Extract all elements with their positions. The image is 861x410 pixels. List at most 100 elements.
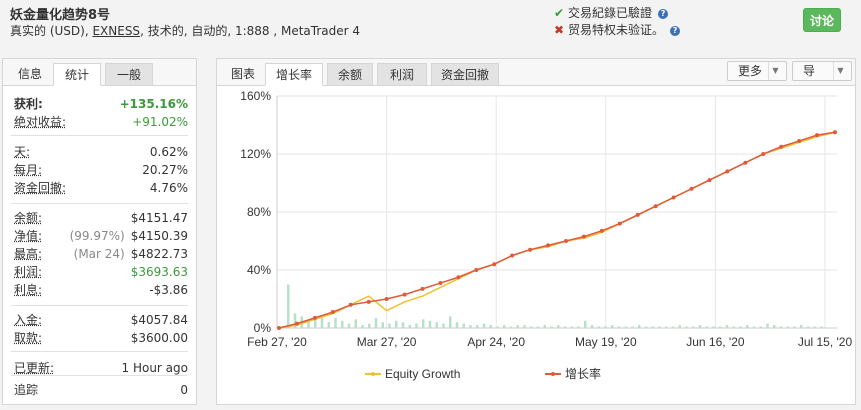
- help-icon[interactable]: ?: [658, 9, 669, 19]
- growth-point: [815, 133, 820, 138]
- growth-point: [797, 138, 802, 143]
- x-tick-label: Jul 15, '20: [798, 335, 853, 349]
- volume-bar: [530, 326, 533, 328]
- growth-point: [779, 144, 784, 149]
- volume-bar: [523, 325, 526, 328]
- stat-value-text: 0.62%: [149, 145, 188, 159]
- x-tick-label: Mar 27, '20: [357, 335, 417, 349]
- volume-bar: [698, 325, 702, 328]
- discuss-button[interactable]: 讨论: [803, 8, 841, 32]
- stat-value-text: 0: [180, 383, 188, 397]
- growth-point: [761, 152, 766, 156]
- volume-bar: [739, 326, 742, 328]
- growth-point: [743, 160, 748, 165]
- volume-bar: [617, 326, 621, 328]
- stat-label: 资金回撤:: [14, 181, 67, 195]
- volume-bar: [435, 322, 438, 328]
- export-label: 导: [803, 64, 816, 78]
- y-tick-label: 0%: [254, 321, 272, 335]
- stat-label: 获利:: [14, 97, 43, 111]
- volume-bar: [624, 326, 627, 328]
- stat-row: 余额: $4151.47: [11, 209, 188, 227]
- stat-value-text: -$3.86: [149, 283, 188, 297]
- growth-point: [294, 321, 299, 326]
- x-tick-label: Apr 24, '20: [467, 335, 525, 349]
- volume-bar: [725, 325, 729, 328]
- volume-bar: [550, 326, 553, 328]
- divider: [11, 203, 188, 204]
- volume-bar: [678, 325, 681, 328]
- volume-bar: [577, 326, 580, 328]
- stat-row: 利息: -$3.86: [11, 281, 188, 299]
- stat-row: 入金: $4057.84: [11, 311, 188, 329]
- volume-bar: [563, 326, 567, 328]
- cross-icon: ✖: [554, 23, 565, 37]
- volume-bar: [590, 325, 594, 328]
- growth-point: [420, 286, 425, 291]
- export-dropdown[interactable]: 导 ▼: [792, 61, 852, 81]
- stat-value-text: $3600.00: [130, 331, 188, 345]
- more-label: 更多: [738, 64, 763, 78]
- volume-bar: [327, 322, 330, 328]
- volume-bar: [334, 317, 337, 328]
- help-icon[interactable]: ?: [670, 26, 681, 36]
- stat-value-text: +91.02%: [132, 115, 188, 129]
- volume-bar: [584, 320, 587, 328]
- account-type: 真实的 (USD),: [10, 24, 93, 38]
- chart-label: 图表: [230, 67, 255, 81]
- volume-bar: [314, 319, 317, 328]
- volume-bar: [611, 325, 614, 328]
- stat-value: $4057.84: [131, 311, 188, 329]
- tab-growth[interactable]: 增长率: [265, 63, 323, 86]
- tab-stats[interactable]: 统计: [53, 63, 101, 86]
- stat-value: 20.27%: [142, 161, 188, 179]
- stat-value: (Mar 24) $4822.73: [74, 245, 188, 263]
- broker-link[interactable]: EXNESS: [92, 24, 140, 38]
- x-tick-label: Jun 16, '20: [686, 335, 745, 349]
- growth-point: [617, 221, 622, 226]
- volume-bar: [651, 326, 654, 328]
- growth-point: [599, 228, 604, 233]
- volume-bar: [401, 322, 405, 328]
- growth-point: [653, 204, 658, 209]
- stat-value: (99.97%) $4150.39: [70, 227, 188, 245]
- tab-balance[interactable]: 余额: [327, 63, 373, 86]
- growth-point: [563, 239, 568, 243]
- volume-bar: [806, 326, 810, 328]
- volume-bar: [388, 323, 391, 328]
- volume-bar: [509, 326, 513, 328]
- stat-value: $3693.63: [131, 263, 188, 281]
- growth-point: [456, 275, 461, 280]
- volume-bar: [658, 326, 661, 328]
- stat-value: 0: [180, 381, 188, 399]
- volume-bar: [462, 323, 465, 328]
- tab-general[interactable]: 一般: [105, 63, 153, 86]
- stat-label: 每月:: [14, 163, 43, 177]
- chart-tabs: 图表 增长率 余额 利润 资金回撤 更多 ▼ 导 ▼: [217, 59, 855, 86]
- tab-drawdown[interactable]: 资金回撤: [431, 63, 499, 86]
- volume-bar: [320, 317, 324, 328]
- volume-bar: [779, 326, 783, 328]
- legend-label-growth: 增长率: [565, 366, 601, 381]
- tab-profit[interactable]: 利润: [377, 63, 427, 86]
- divider: [11, 305, 188, 306]
- volume-bar: [354, 319, 357, 328]
- volume-bar: [800, 325, 803, 328]
- volume-bar: [415, 323, 418, 328]
- stat-value-text: +135.16%: [119, 97, 188, 111]
- growth-point: [833, 130, 837, 135]
- stat-note: (99.97%): [69, 229, 125, 243]
- volume-bar: [759, 326, 762, 328]
- more-dropdown[interactable]: 更多 ▼: [727, 61, 787, 81]
- account-header: 妖金量化趋势8号 真实的 (USD), EXNESS, 技术的, 自动的, 1:…: [0, 0, 861, 44]
- stat-value: -$3.86: [149, 281, 188, 299]
- page: 妖金量化趋势8号 真实的 (USD), EXNESS, 技术的, 自动的, 1:…: [0, 0, 861, 410]
- growth-point: [528, 247, 533, 252]
- volume-bar: [671, 326, 675, 328]
- growth-point: [438, 281, 443, 286]
- volume-bar: [395, 320, 398, 328]
- growth-point: [707, 178, 712, 183]
- volume-bar: [536, 326, 540, 328]
- growth-point: [635, 212, 640, 217]
- stat-value: 0.62%: [150, 143, 188, 161]
